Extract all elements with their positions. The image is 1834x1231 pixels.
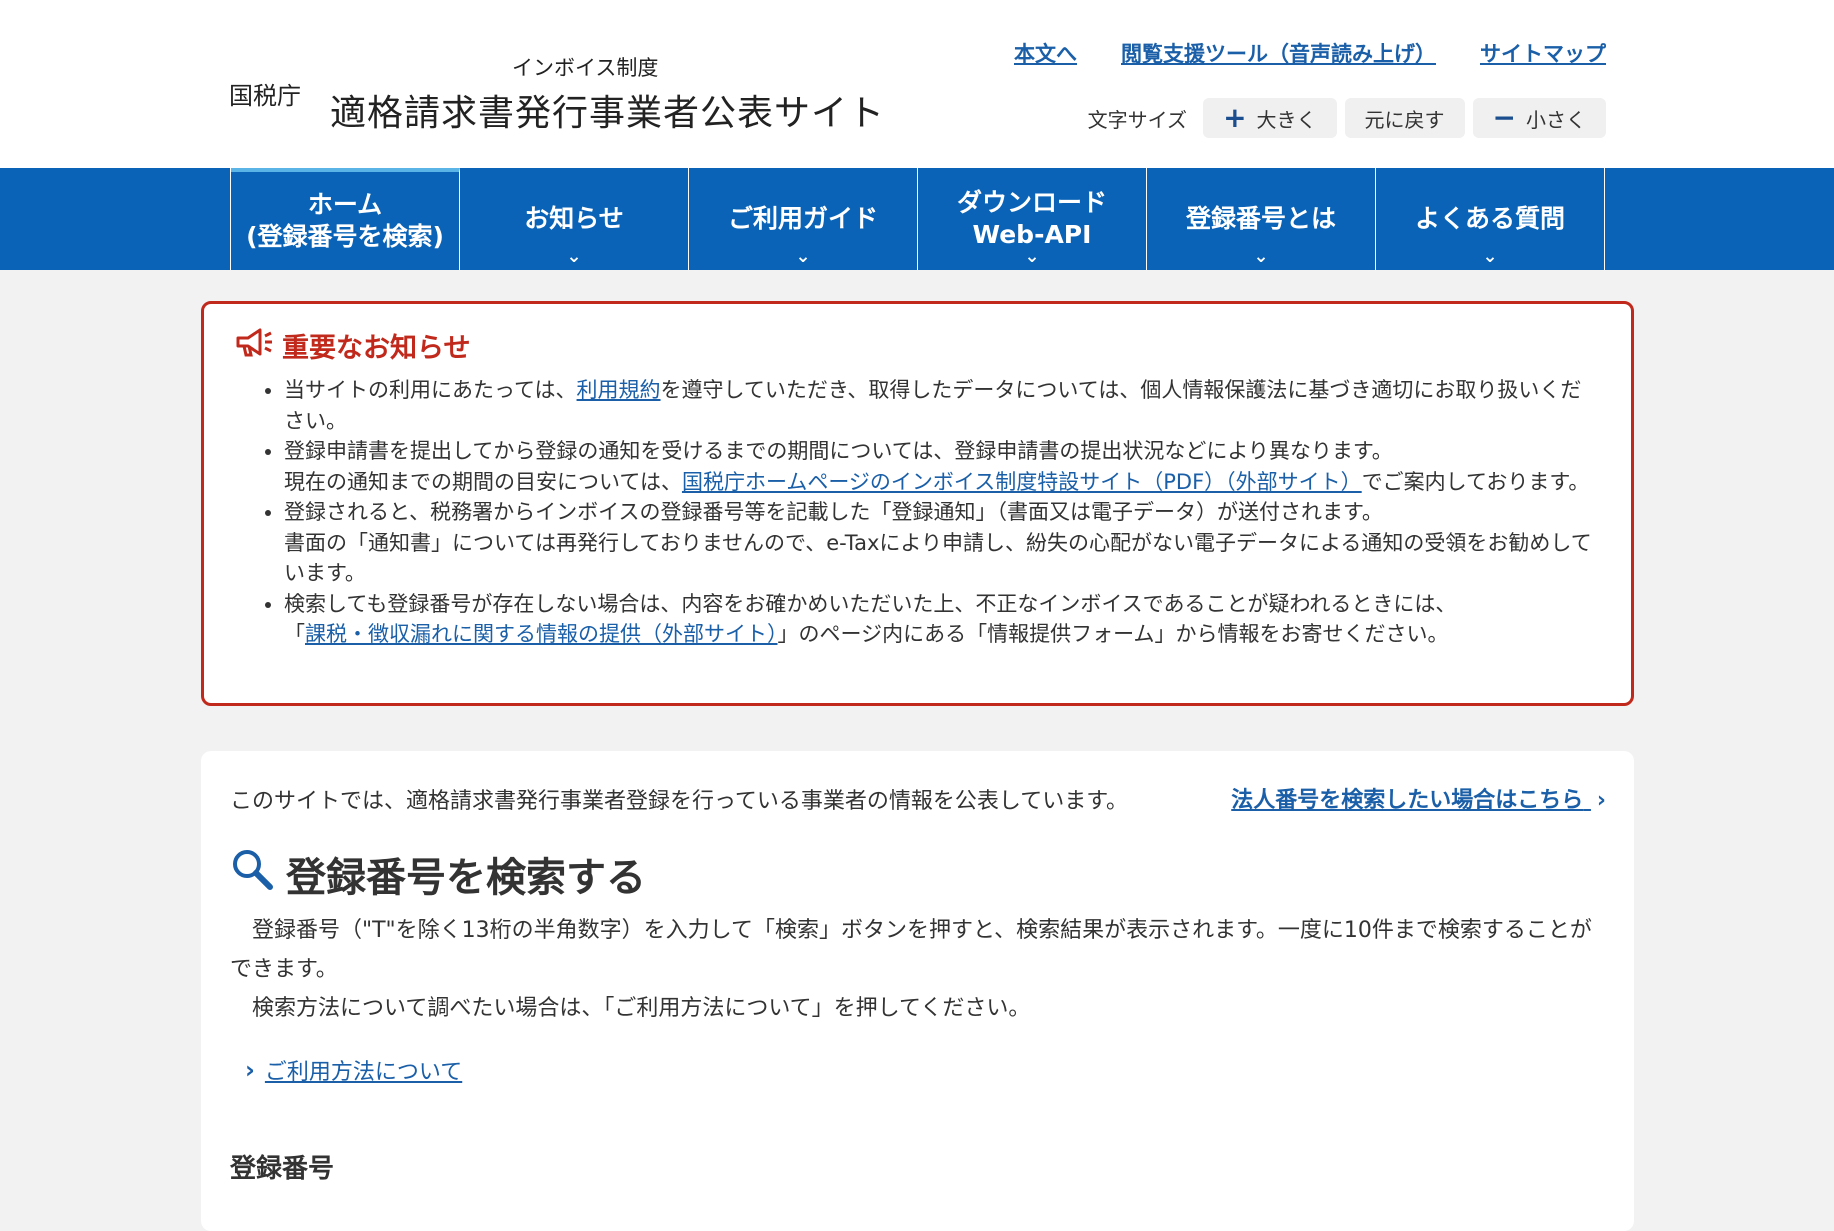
notice-text: 検索しても登録番号が存在しない場合は、内容をお確かめいただいた上、不正なインボイ…: [284, 591, 1457, 616]
important-notice: 重要なお知らせ 当サイトの利用にあたっては、利用規約を遵守していただき、取得した…: [201, 301, 1634, 706]
notice-item: 登録申請書を提出してから登録の通知を受けるまでの期間については、登録申請書の提出…: [284, 436, 1601, 497]
minus-icon: −: [1492, 101, 1516, 134]
tax-info-provision-link[interactable]: 課税・徴収漏れに関する情報の提供（外部サイト）: [305, 622, 778, 646]
chevron-down-icon: ⌄: [566, 245, 582, 267]
notice-item: 検索しても登録番号が存在しない場合は、内容をお確かめいただいた上、不正なインボイ…: [284, 589, 1601, 650]
search-icon: [230, 847, 274, 901]
nav-item-faq[interactable]: よくある質問 ⌄: [1376, 168, 1605, 270]
notice-text: 書面の「通知書」については再発行しておりませんので、e-Taxにより申請し、紛失…: [284, 530, 1592, 586]
font-size-label: 文字サイズ: [1087, 107, 1188, 132]
notice-text: 現在の通知までの期間の目安については、: [284, 469, 682, 494]
usage-guide-link[interactable]: › ご利用方法について: [245, 1054, 462, 1086]
agency-name: 国税庁: [229, 82, 301, 110]
chevron-down-icon: ⌄: [1024, 245, 1040, 267]
accessibility-tool-link[interactable]: 閲覧支援ツール（音声読み上げ）: [1121, 38, 1436, 68]
nav-item-download[interactable]: ダウンロード Web-API ⌄: [918, 168, 1147, 270]
font-reset-label: 元に戻す: [1364, 107, 1445, 132]
nav-home-line1: ホーム: [307, 189, 383, 219]
plus-icon: +: [1223, 101, 1247, 134]
description-paragraph: 検索方法について調べたい場合は、「ご利用方法について」を押してください。: [252, 996, 1031, 1021]
font-larger-button[interactable]: + 大きく: [1203, 98, 1337, 138]
notice-item: 登録されると、税務署からインボイスの登録番号等を記載した「登録通知」（書面又は電…: [284, 497, 1601, 589]
notice-heading: 重要なお知らせ: [234, 326, 1601, 365]
nav-home-line2: (登録番号を検索): [246, 222, 444, 251]
site-title[interactable]: 適格請求書発行事業者公表サイト: [330, 84, 885, 136]
nav-item-home[interactable]: ホーム (登録番号を検索): [231, 168, 460, 270]
top-links: 本文へ 閲覧支援ツール（音声読み上げ） サイトマップ: [1014, 38, 1606, 68]
notice-text: 登録されると、税務署からインボイスの登録番号等を記載した「登録通知」（書面又は電…: [284, 500, 1383, 524]
main-nav: ホーム (登録番号を検索) お知らせ ⌄ ご利用ガイド ⌄ ダウンロード Web…: [0, 168, 1834, 270]
nav-news-label: お知らせ: [524, 203, 624, 233]
chevron-right-icon: ›: [245, 1056, 255, 1084]
nav-item-registration-number[interactable]: 登録番号とは ⌄: [1147, 168, 1376, 270]
megaphone-icon: [234, 326, 274, 365]
search-description: 登録番号（"T"を除く13桁の半角数字）を入力して「検索」ボタンを押すと、検索結…: [230, 911, 1600, 1028]
notice-title: 重要なお知らせ: [282, 333, 471, 364]
nav-item-guide[interactable]: ご利用ガイド ⌄: [689, 168, 918, 270]
intro-text: このサイトでは、適格請求書発行事業者登録を行っている事業者の情報を公表しています…: [230, 789, 1129, 814]
search-heading: 登録番号を検索する: [230, 845, 646, 903]
chevron-down-icon: ⌄: [1482, 245, 1498, 267]
skip-to-content-link[interactable]: 本文へ: [1014, 38, 1077, 68]
invoice-special-site-link[interactable]: 国税庁ホームページのインボイス制度特設サイト（PDF）（外部サイト）: [682, 470, 1362, 494]
corporate-number-search-link[interactable]: 法人番号を検索したい場合はこちら ›: [1231, 782, 1606, 814]
chevron-right-icon: ›: [1596, 788, 1606, 813]
description-paragraph: 登録番号（"T"を除く13桁の半角数字）を入力して「検索」ボタンを押すと、検索結…: [230, 918, 1592, 982]
notice-item: 当サイトの利用にあたっては、利用規約を遵守していただき、取得したデータについては…: [284, 375, 1601, 436]
nav-regnum-label: 登録番号とは: [1185, 203, 1336, 233]
notice-text: でご案内しております。: [1361, 469, 1590, 494]
font-size-controls: 文字サイズ + 大きく 元に戻す − 小さく: [1088, 98, 1606, 138]
search-title: 登録番号を検索する: [286, 855, 646, 901]
registration-number-label: 登録番号: [230, 1154, 335, 1184]
nav-faq-label: よくある質問: [1414, 203, 1565, 233]
chevron-down-icon: ⌄: [795, 245, 811, 267]
sitemap-link[interactable]: サイトマップ: [1480, 38, 1606, 68]
nav-download-line1: ダウンロード: [956, 187, 1107, 217]
corporate-number-search-label: 法人番号を検索したい場合はこちら: [1231, 788, 1584, 813]
notice-text: 「: [284, 622, 305, 646]
usage-guide-label[interactable]: ご利用方法について: [265, 1054, 462, 1086]
site-subtitle: インボイス制度: [512, 56, 659, 80]
terms-of-use-link[interactable]: 利用規約: [577, 378, 661, 402]
notice-text: 」のページ内にある「情報提供フォーム」から情報をお寄せください。: [777, 622, 1449, 646]
notice-list: 当サイトの利用にあたっては、利用規約を遵守していただき、取得したデータについては…: [234, 375, 1601, 650]
nav-guide-label: ご利用ガイド: [727, 203, 878, 233]
font-smaller-label: 小さく: [1526, 107, 1586, 132]
main-content: このサイトでは、適格請求書発行事業者登録を行っている事業者の情報を公表しています…: [201, 751, 1634, 1231]
chevron-down-icon: ⌄: [1253, 245, 1269, 267]
font-reset-button[interactable]: 元に戻す: [1344, 98, 1465, 138]
notice-text: 当サイトの利用にあたっては、: [284, 378, 577, 402]
nav-item-news[interactable]: お知らせ ⌄: [460, 168, 689, 270]
font-smaller-button[interactable]: − 小さく: [1472, 98, 1606, 138]
site-header: 国税庁 インボイス制度 適格請求書発行事業者公表サイト 本文へ 閲覧支援ツール（…: [0, 0, 1834, 168]
notice-text: 登録申請書を提出してから登録の通知を受けるまでの期間については、登録申請書の提出…: [284, 439, 1393, 463]
font-larger-label: 大きく: [1256, 107, 1317, 132]
